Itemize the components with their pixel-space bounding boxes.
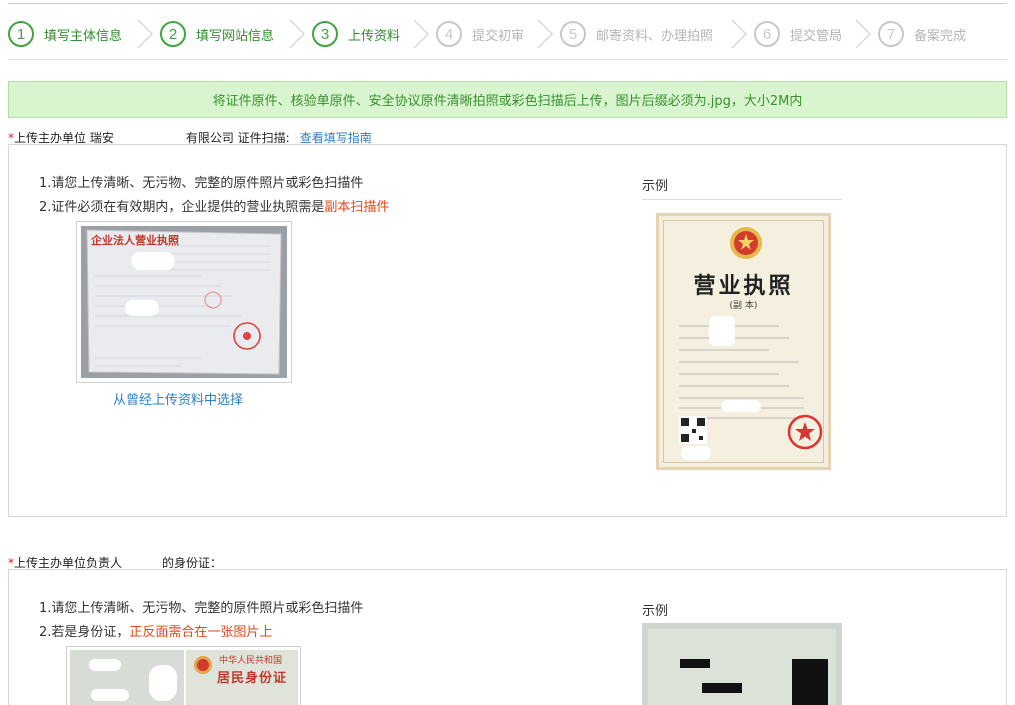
redaction-mask [131,252,175,270]
sample-subtitle: (副 本) [729,301,758,311]
instruction-2: 2.若是身份证，正反面需合在一张图片上 [39,621,272,645]
instruction-1: 1.请您上传清晰、无污物、完整的原件照片或彩色扫描件 [39,601,364,616]
instruction-2: 2.证件必须在有效期内，企业提供的营业执照需是副本扫描件 [39,196,389,220]
step-label: 提交管局 [790,28,843,44]
license-title: 企业法人营业执照 [91,234,179,247]
redaction-mask [125,300,159,316]
redaction-mask [89,659,121,671]
step-4: 4 提交初审 [436,14,524,54]
guide-link[interactable]: 查看填写指南 [300,131,372,145]
instruction-2-text: 2.若是身份证， [39,625,130,640]
id-card-upload-panel: 1.请您上传清晰、无污物、完整的原件照片或彩色扫描件 2.若是身份证，正反面需合… [8,569,1007,705]
license-upload-panel: 1.请您上传清晰、无污物、完整的原件照片或彩色扫描件 2.证件必须在有效期内，企… [8,144,1007,517]
label-suffix: 有限公司 证件扫描: [185,131,290,145]
id-title-line-1: 中华人民共和国 [219,656,283,666]
emblem-icon [194,656,212,674]
step-7: 7 备案完成 [878,14,966,54]
step-5: 5 邮寄资料、办理拍照 [560,14,713,54]
sample-license-image: 营业执照 (副 本) [656,213,831,470]
sample-title: 营业执照 [693,273,794,299]
instruction-2-highlight: 正反面需合在一张图片上 [129,625,273,640]
step-label: 填写网站信息 [196,28,275,44]
chevron-right-icon [412,18,430,50]
step-label: 邮寄资料、办理拍照 [596,28,714,44]
step-6: 6 提交管局 [754,14,842,54]
redaction-mask [681,446,711,460]
uploaded-id-thumbnail[interactable]: 中华人民共和国 居民身份证 [66,646,301,705]
uploaded-license-thumbnail[interactable]: 企业法人营业执照 [76,221,292,383]
redaction-mask [149,665,177,701]
label-prefix: 上传主办单位 瑞安 [14,131,114,145]
sample-id-image [642,623,842,705]
step-label: 备案完成 [914,28,967,44]
step-number-circle: 7 [878,21,904,47]
step-2: 2 填写网站信息 [160,14,274,54]
step-number-circle: 3 [312,21,338,47]
redaction-mask [709,316,735,346]
progress-steps: 1 填写主体信息 2 填写网站信息 3 上传资料 4 提交初审 5 邮寄资料、办… [8,14,1007,54]
label-suffix: 的身份证： [162,556,223,570]
chevron-right-icon [136,18,154,50]
redaction-mask [721,400,761,412]
step-number-circle: 1 [8,21,34,47]
qr-code-icon [679,416,707,444]
emblem-icon [730,227,762,259]
label-prefix: 上传主办单位负责人 [14,556,123,570]
id-title-line-2: 居民身份证 [217,671,288,686]
example-divider [642,199,842,200]
instruction-2-highlight: 副本扫描件 [324,200,390,215]
chevron-right-icon [288,18,306,50]
step-number-circle: 4 [436,21,462,47]
top-divider [8,3,1007,4]
upload-notice: 将证件原件、核验单原件、安全协议原件清晰拍照或彩色扫描后上传，图片后缀必须为.j… [8,81,1007,118]
step-label: 填写主体信息 [44,28,123,44]
license-image [81,226,287,378]
chevron-right-icon [536,18,554,50]
chevron-right-icon [730,18,748,50]
step-label: 提交初审 [472,28,525,44]
redaction-mask [91,689,129,701]
step-3: 3 上传资料 [312,14,400,54]
step-number-circle: 2 [160,21,186,47]
instruction-1: 1.请您上传清晰、无污物、完整的原件照片或彩色扫描件 [39,176,364,191]
step-1: 1 填写主体信息 [8,14,122,54]
step-number-circle: 6 [754,21,780,47]
steps-divider [8,59,1007,60]
example-label: 示例 [642,179,669,194]
red-seal-icon [787,414,823,450]
chevron-right-icon [854,18,872,50]
instruction-2-text: 2.证件必须在有效期内，企业提供的营业执照需是 [39,200,325,215]
example-label: 示例 [642,604,669,619]
step-label: 上传资料 [348,28,401,44]
choose-from-uploaded-link[interactable]: 从曾经上传资料中选择 [113,389,243,408]
step-number-circle: 5 [560,21,586,47]
